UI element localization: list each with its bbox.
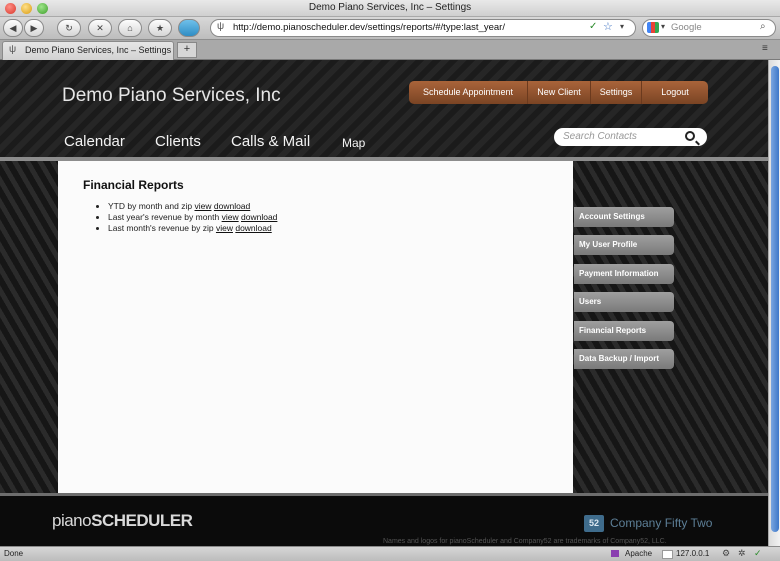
bookmarks-button[interactable]: ★ <box>148 19 172 37</box>
pianoscheduler-logo: pianoSCHEDULER <box>52 511 193 531</box>
list-item: YTD by month and zip view download <box>108 201 277 212</box>
web-search-placeholder: Google <box>671 22 702 33</box>
settings-button[interactable]: Settings <box>591 81 642 104</box>
contact-search-input[interactable]: Search Contacts <box>554 128 707 146</box>
bookmarks-icon: ★ <box>155 23 165 33</box>
home-button[interactable]: ⌂ <box>118 19 142 37</box>
extension-button[interactable] <box>178 19 200 37</box>
nav-clients[interactable]: Clients <box>155 133 201 150</box>
browser-toolbar: ◀ ▶ ↻ ✕ ⌂ ★ ψ http://demo.pianoscheduler… <box>0 17 780 40</box>
report-list: YTD by month and zip view download Last … <box>108 201 277 234</box>
list-item: Last month's revenue by zip view downloa… <box>108 223 277 234</box>
schedule-appointment-button[interactable]: Schedule Appointment <box>409 81 528 104</box>
page-title: Financial Reports <box>83 178 184 192</box>
browser-status-bar: Done Apache 127.0.0.1 ⚙ ✲ ✓ <box>0 546 780 561</box>
sidebar-item-account-settings[interactable]: Account Settings <box>574 207 674 227</box>
sidebar-item-users[interactable]: Users <box>574 292 674 312</box>
page-scrollbar[interactable] <box>768 60 780 546</box>
nav-calls-mail[interactable]: Calls & Mail <box>231 133 310 150</box>
logo-text-bold: SCHEDULER <box>91 511 193 530</box>
home-icon: ⌂ <box>127 23 133 33</box>
web-search-icon[interactable]: ⌕ <box>760 21 766 32</box>
report-label: Last year's revenue by month <box>108 212 220 222</box>
url-text: http://demo.pianoscheduler.dev/settings/… <box>233 22 505 33</box>
new-client-button[interactable]: New Client <box>528 81 591 104</box>
trademark-notice: Names and logos for pianoScheduler and C… <box>383 538 667 545</box>
company-title: Demo Piano Services, Inc <box>62 85 281 106</box>
sidebar-item-my-user-profile[interactable]: My User Profile <box>574 235 674 255</box>
logo-text-light: piano <box>52 511 92 530</box>
logout-button[interactable]: Logout <box>642 81 708 104</box>
sidebar-item-payment-information[interactable]: Payment Information <box>574 264 674 284</box>
url-dropdown-icon[interactable]: ▾ <box>620 22 624 31</box>
report-download-link[interactable]: download <box>235 223 271 233</box>
flag-icon <box>662 550 673 559</box>
status-text: Done <box>4 549 24 558</box>
nav-map[interactable]: Map <box>342 136 365 150</box>
back-button[interactable]: ◀ <box>3 19 23 37</box>
forward-arrow-icon: ▶ <box>30 23 38 33</box>
addon-icon[interactable]: ✓ <box>589 21 597 32</box>
nav-calendar[interactable]: Calendar <box>64 133 125 150</box>
window-title-bar: Demo Piano Services, Inc – Settings <box>0 0 780 17</box>
company52-name: Company Fifty Two <box>610 516 713 530</box>
tools-icon[interactable]: ⚙ <box>722 548 730 559</box>
content-panel: Financial Reports YTD by month and zip v… <box>58 161 573 493</box>
report-view-link[interactable]: view <box>216 223 233 233</box>
browser-tab[interactable]: ψ Demo Piano Services, Inc – Settings <box>2 41 174 60</box>
web-search-box[interactable]: ▾ Google ⌕ <box>642 19 776 37</box>
report-label: Last month's revenue by zip <box>108 223 214 233</box>
scrollbar-thumb[interactable] <box>771 66 779 532</box>
reload-button[interactable]: ↻ <box>57 19 81 37</box>
forward-button[interactable]: ▶ <box>24 19 44 37</box>
tab-strip: ψ Demo Piano Services, Inc – Settings + … <box>0 40 780 60</box>
addon-status-icon[interactable] <box>611 550 619 557</box>
report-download-link[interactable]: download <box>241 212 277 222</box>
report-view-link[interactable]: view <box>222 212 239 222</box>
app-footer: pianoSCHEDULER 52 Company Fifty Two Name… <box>0 493 768 549</box>
app-header: Demo Piano Services, Inc Schedule Appoin… <box>0 60 768 157</box>
settings-gear-icon[interactable]: ✲ <box>738 548 746 559</box>
sidebar-item-financial-reports[interactable]: Financial Reports <box>574 321 674 341</box>
report-view-link[interactable]: view <box>194 201 211 211</box>
stop-button[interactable]: ✕ <box>88 19 112 37</box>
server-name: Apache <box>625 549 653 558</box>
new-tab-button[interactable]: + <box>177 42 197 58</box>
back-arrow-icon: ◀ <box>9 23 17 33</box>
top-action-bar: Schedule Appointment New Client Settings… <box>409 81 708 104</box>
list-item: Last year's revenue by month view downlo… <box>108 212 277 223</box>
report-label: YTD by month and zip <box>108 201 193 211</box>
reload-icon: ↻ <box>65 23 73 33</box>
validator-icon[interactable]: ✓ <box>754 548 762 559</box>
report-download-link[interactable]: download <box>214 201 250 211</box>
stop-icon: ✕ <box>96 23 104 33</box>
sidebar-item-data-backup-import[interactable]: Data Backup / Import <box>574 349 674 369</box>
search-icon[interactable] <box>685 131 695 141</box>
site-favicon-icon: ψ <box>217 21 225 32</box>
search-engine-dropdown-icon[interactable]: ▾ <box>661 22 665 31</box>
tab-list-icon[interactable]: ≡ <box>762 43 768 54</box>
company52-logo-icon: 52 <box>584 515 604 532</box>
browser-tab-label: Demo Piano Services, Inc – Settings <box>25 45 172 55</box>
google-icon[interactable] <box>647 22 659 33</box>
server-ip: 127.0.0.1 <box>676 549 710 558</box>
tab-favicon-icon: ψ <box>9 44 17 55</box>
bookmark-star-icon[interactable]: ☆ <box>603 20 613 33</box>
contact-search-placeholder: Search Contacts <box>563 131 637 142</box>
window-title: Demo Piano Services, Inc – Settings <box>308 2 472 13</box>
url-bar[interactable]: ψ http://demo.pianoscheduler.dev/setting… <box>210 19 636 37</box>
